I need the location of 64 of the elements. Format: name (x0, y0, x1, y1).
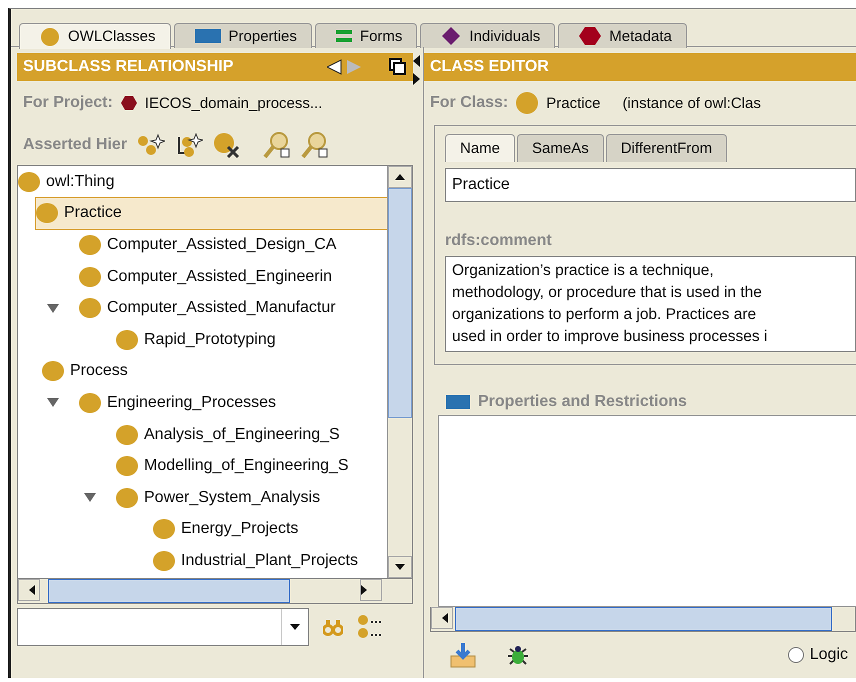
delete-class-icon[interactable] (213, 132, 242, 158)
hexagon-icon (579, 27, 602, 45)
navigation-arrows-icon[interactable] (327, 59, 363, 75)
diamond-icon (441, 26, 462, 46)
search-combo-box[interactable] (17, 608, 309, 646)
tab[interactable]: Forms (314, 23, 418, 48)
rectangle-icon (194, 29, 221, 43)
project-name: IECOS_domain_process... (144, 94, 322, 112)
comment-label: rdfs:comment (445, 232, 553, 250)
bug-icon[interactable] (506, 643, 530, 667)
tree-item[interactable]: Rapid_Prototyping (18, 324, 387, 356)
tab[interactable]: Properties (174, 23, 312, 48)
tree-item[interactable]: Computer_Assisted_Design_CA (18, 229, 387, 261)
horizontal-scrollbar[interactable] (430, 607, 856, 632)
tree-item[interactable]: Energy_Projects (18, 514, 387, 546)
tree-item[interactable]: owl:Thing (18, 166, 387, 198)
panel-title: SUBCLASS RELATIONSHIP (23, 58, 234, 76)
windows-icon[interactable] (389, 58, 407, 76)
class-name: Practice (546, 94, 600, 112)
class-list-icon[interactable] (357, 614, 383, 640)
tree-item[interactable]: Modelling_of_Engineering_S (18, 450, 387, 482)
class-label: For Class: (430, 94, 508, 112)
tree-item[interactable]: Engineering_Processes (18, 387, 387, 419)
tab[interactable]: OWLClasses (19, 23, 171, 49)
create-class-icon[interactable] (137, 133, 166, 157)
name-field[interactable]: Practice (445, 168, 856, 202)
hierarchy-label: Asserted Hier (23, 136, 128, 154)
tree-item[interactable]: Process (18, 356, 387, 388)
tree-item[interactable]: Analysis_of_Engineering_S (18, 418, 387, 450)
create-subclass-icon[interactable] (175, 133, 204, 157)
tree-item[interactable]: Practice (36, 198, 387, 230)
tree-item[interactable]: Computer_Assisted_Engineerin (18, 260, 387, 292)
tab[interactable]: SameAs (517, 134, 604, 162)
collapse-icon[interactable] (47, 304, 59, 313)
tab[interactable]: Name (445, 134, 516, 162)
comment-line: methodology, or procedure that is used in the (452, 283, 763, 303)
comment-line: Organization’s practice is a technique, (452, 261, 715, 281)
panel-title: CLASS EDITOR (430, 58, 550, 76)
collapse-icon[interactable] (47, 398, 59, 408)
comment-field[interactable]: Organization’s practice is a technique, methodology, or procedure that is used in the organizations to perform a job. Practices are used in order to improve business processes i (445, 256, 856, 352)
collapse-icon[interactable] (84, 493, 96, 502)
key-icon[interactable] (263, 131, 292, 159)
class-type: (instance of owl:Clas (622, 94, 761, 112)
project-label: For Project: (23, 94, 113, 112)
tree-item[interactable]: Computer_Assisted_Manufactur (18, 292, 387, 324)
circle-icon (40, 26, 60, 46)
key-icon[interactable] (301, 131, 330, 159)
splitter-arrows-icon[interactable] (413, 55, 421, 87)
tree-item[interactable]: Power_System_Analysis (18, 482, 387, 514)
vertical-scrollbar[interactable] (387, 166, 412, 578)
tab[interactable]: Individuals (420, 23, 556, 48)
equals-icon (336, 30, 352, 42)
section-title: Properties and Restrictions (478, 393, 687, 411)
logic-radio[interactable]: Logic (788, 646, 848, 664)
comment-line: used in order to improve business processes i (452, 327, 768, 347)
horizontal-scrollbar[interactable] (17, 579, 413, 604)
hexagon-icon (120, 96, 137, 110)
rectangle-icon (446, 395, 470, 409)
tab[interactable]: Metadata (558, 23, 687, 48)
comment-line: organizations to perform a job. Practices are (452, 305, 758, 325)
download-icon[interactable] (450, 642, 476, 668)
class-icon (516, 92, 538, 114)
tree-item[interactable]: Industrial_Plant_Projects (18, 545, 387, 577)
tab[interactable]: DifferentFrom (606, 134, 728, 162)
